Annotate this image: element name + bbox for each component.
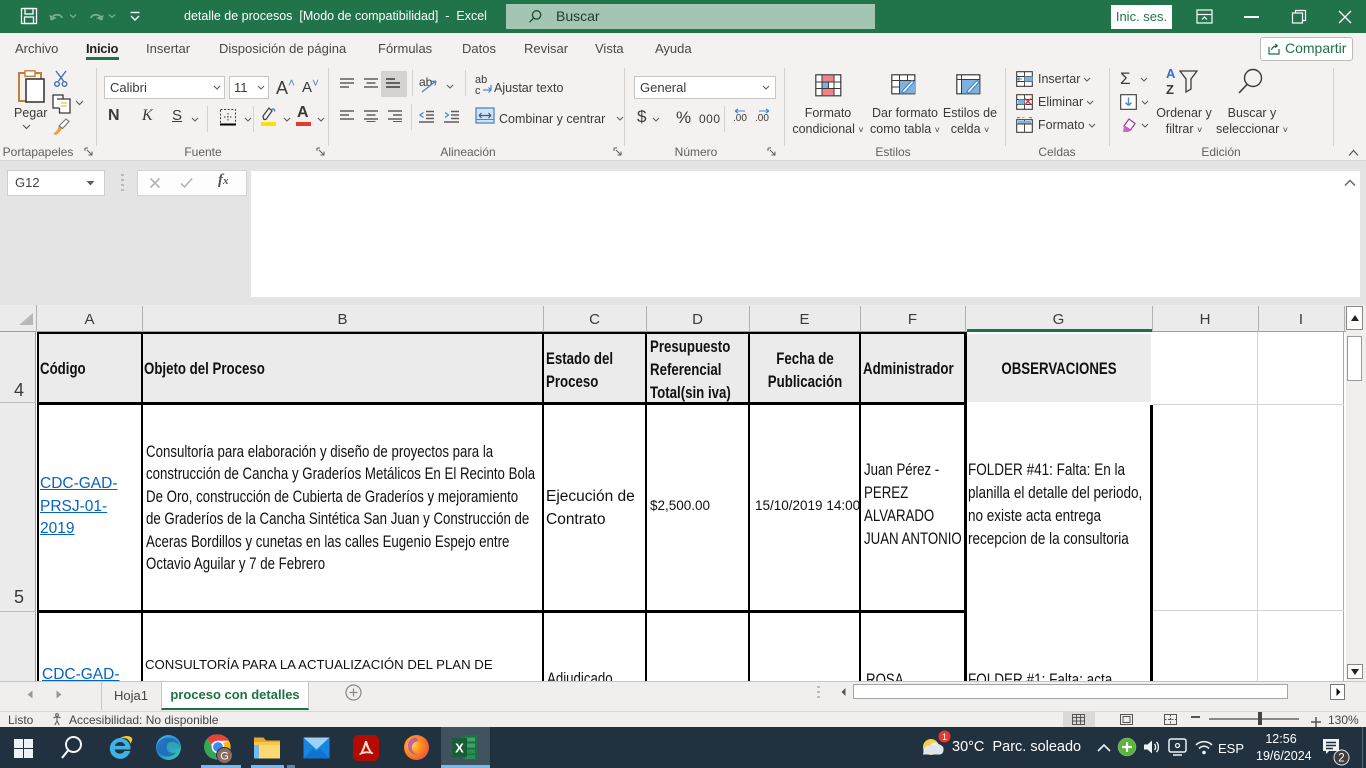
- svg-text:.00: .00: [755, 113, 769, 124]
- svg-text:.00: .00: [733, 113, 747, 124]
- svg-text:2: 2: [1338, 753, 1344, 765]
- svg-text:G: G: [220, 751, 229, 763]
- svg-text:1: 1: [942, 732, 947, 742]
- svg-text:c: c: [475, 85, 481, 96]
- svg-text:ab: ab: [419, 75, 433, 89]
- svg-text:X: X: [455, 741, 464, 756]
